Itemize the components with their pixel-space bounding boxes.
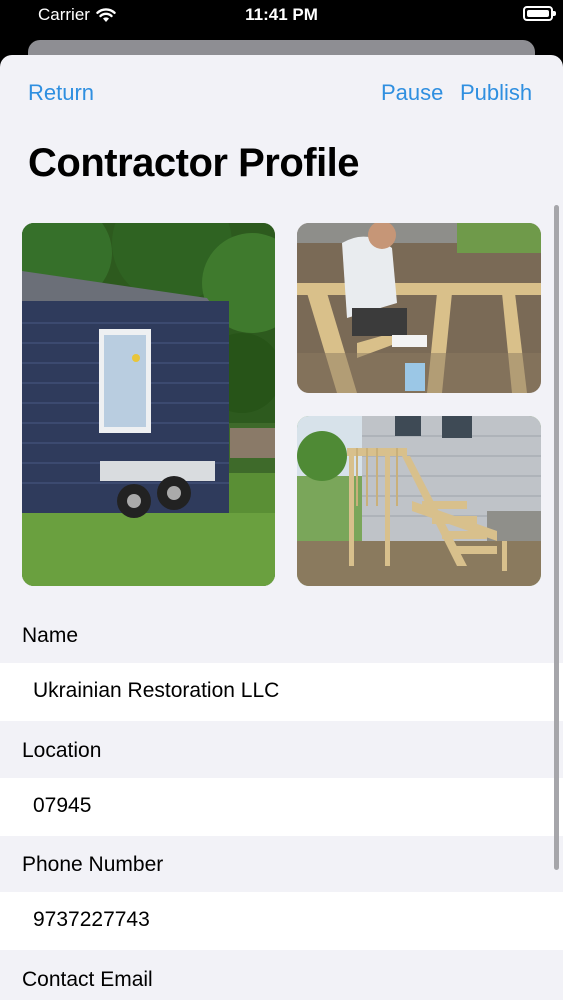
- contact-email-label: Contact Email: [22, 968, 153, 991]
- publish-button[interactable]: Publish: [460, 80, 532, 106]
- name-value: Ukrainian Restoration LLC: [33, 679, 280, 702]
- phone-number-field[interactable]: 9737227743: [0, 892, 563, 950]
- page-title: Contractor Profile: [28, 141, 360, 185]
- name-label: Name: [22, 624, 79, 647]
- status-time: 11:41 PM: [245, 5, 318, 24]
- name-field[interactable]: Ukrainian Restoration LLC: [0, 663, 563, 721]
- phone-number-value: 9737227743: [33, 908, 150, 931]
- location-label: Location: [22, 739, 102, 762]
- scrollbar[interactable]: [554, 205, 559, 870]
- portfolio-photo-stairs[interactable]: [297, 416, 541, 586]
- contractor-profile-sheet: Return Pause Publish Contractor Profile: [0, 55, 563, 1000]
- pause-button[interactable]: Pause: [381, 80, 443, 106]
- phone-number-label: Phone Number: [22, 853, 164, 876]
- location-field[interactable]: 07945: [0, 778, 563, 836]
- location-value: 07945: [33, 794, 92, 817]
- status-bar: Carrier 11:41 PM: [0, 0, 563, 30]
- portfolio-photo-tiny-house[interactable]: [22, 223, 275, 586]
- battery-icon: [523, 6, 556, 21]
- return-button[interactable]: Return: [28, 80, 94, 106]
- portfolio-photo-deck-frame[interactable]: [297, 223, 541, 393]
